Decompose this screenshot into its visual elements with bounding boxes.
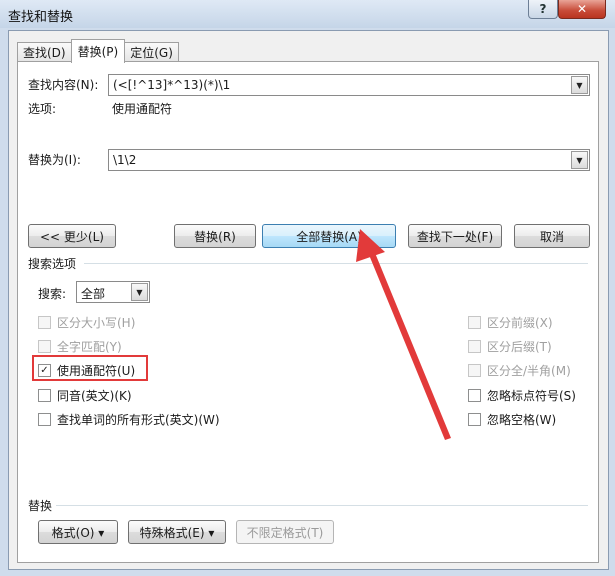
search-direction-arrow-icon[interactable]: ▼: [131, 283, 148, 301]
checkbox-label: 同音(英文)(K): [57, 389, 132, 403]
close-button[interactable]: ✕: [558, 0, 606, 19]
find-label: 查找内容(N):: [28, 78, 99, 92]
checkbox-box[interactable]: [38, 413, 51, 426]
less-button[interactable]: << 更少(L): [28, 224, 116, 248]
find-next-button[interactable]: 查找下一处(F): [408, 224, 502, 248]
search-direction-select[interactable]: 全部 ▼: [76, 281, 150, 303]
checkbox-label: 全字匹配(Y): [57, 340, 122, 354]
window-title: 查找和替换: [8, 10, 74, 25]
checkbox-box[interactable]: [468, 364, 481, 377]
checkbox-ignore-whitespace[interactable]: 忽略空格(W): [468, 411, 556, 428]
search-direction-value: 全部: [81, 287, 106, 301]
checkbox-match-prefix[interactable]: 区分前缀(X): [468, 314, 553, 331]
checkbox-label: 忽略空格(W): [487, 413, 557, 427]
checkbox-match-case[interactable]: 区分大小写(H): [38, 314, 135, 331]
checkbox-box[interactable]: [38, 316, 51, 329]
find-input[interactable]: (<[!^13]*^13)(*)\1: [113, 78, 230, 92]
checkbox-label: 区分大小写(H): [57, 316, 136, 330]
checkbox-box[interactable]: [468, 316, 481, 329]
checkbox-box[interactable]: [38, 340, 51, 353]
checkbox-label: 查找单词的所有形式(英文)(W): [57, 413, 220, 427]
checkbox-all-word-forms[interactable]: 查找单词的所有形式(英文)(W): [38, 411, 220, 428]
options-label: 选项:: [28, 102, 57, 116]
tab-find[interactable]: 查找(D): [17, 42, 72, 62]
checkbox-box[interactable]: [468, 413, 481, 426]
replace-panel: 查找内容(N): (<[!^13]*^13)(*)\1 ▼ 选项: 使用通配符 …: [17, 61, 599, 563]
replace-input[interactable]: \1\2: [113, 153, 136, 167]
checkbox-sounds-like[interactable]: 同音(英文)(K): [38, 387, 132, 404]
tab-goto[interactable]: 定位(G): [124, 42, 179, 62]
search-direction-label: 搜索:: [38, 287, 67, 301]
checkbox-label: 区分后缀(T): [487, 340, 552, 354]
checkbox-box[interactable]: [38, 389, 51, 402]
checkbox-label: 区分全/半角(M): [487, 364, 571, 378]
format-button[interactable]: 格式(O) ▾: [38, 520, 118, 544]
checkbox-ignore-punctuation[interactable]: 忽略标点符号(S): [468, 387, 576, 404]
checkbox-box[interactable]: [468, 389, 481, 402]
checkbox-label: 忽略标点符号(S): [487, 389, 576, 403]
dialog-client-area: 查找(D) 替换(P) 定位(G) 查找内容(N): (<[!^13]*^13)…: [8, 30, 609, 570]
options-value: 使用通配符: [112, 102, 173, 116]
find-dropdown-arrow-icon[interactable]: ▼: [571, 76, 588, 94]
replace-group-divider: [56, 505, 588, 506]
replace-group-title: 替换: [28, 499, 53, 513]
help-button[interactable]: ?: [528, 0, 558, 19]
search-options-title: 搜索选项: [28, 257, 77, 271]
cancel-button[interactable]: 取消: [514, 224, 590, 248]
checkbox-whole-word[interactable]: 全字匹配(Y): [38, 338, 122, 355]
find-combobox[interactable]: (<[!^13]*^13)(*)\1 ▼: [108, 74, 590, 96]
highlight-box: [32, 355, 148, 381]
replace-dropdown-arrow-icon[interactable]: ▼: [571, 151, 588, 169]
checkbox-match-suffix[interactable]: 区分后缀(T): [468, 338, 552, 355]
tab-replace[interactable]: 替换(P): [70, 39, 126, 63]
search-options-divider: [84, 263, 588, 264]
checkbox-match-width[interactable]: 区分全/半角(M): [468, 362, 571, 379]
replace-label: 替换为(I):: [28, 153, 81, 167]
replace-button[interactable]: 替换(R): [174, 224, 256, 248]
title-bar: 查找和替换 ? ✕: [0, 0, 615, 28]
replace-all-button[interactable]: 全部替换(A): [262, 224, 396, 248]
special-format-button[interactable]: 特殊格式(E) ▾: [128, 520, 226, 544]
tab-strip: 查找(D) 替换(P) 定位(G): [17, 39, 179, 63]
replace-combobox[interactable]: \1\2 ▼: [108, 149, 590, 171]
checkbox-box[interactable]: [468, 340, 481, 353]
no-formatting-button[interactable]: 不限定格式(T): [236, 520, 334, 544]
checkbox-label: 区分前缀(X): [487, 316, 553, 330]
